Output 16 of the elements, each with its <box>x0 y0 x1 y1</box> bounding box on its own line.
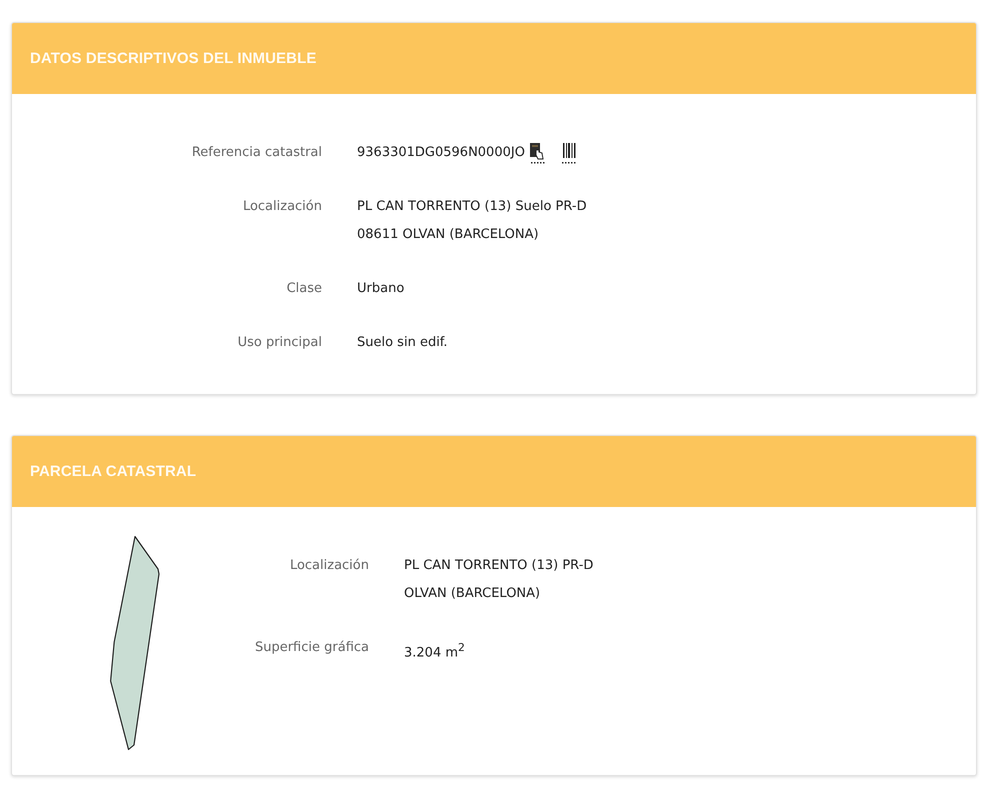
field-value: 9363301DG0596N0000JO <box>357 144 525 162</box>
field-label: Superficie gráfica <box>254 639 369 657</box>
field-value: Suelo sin edif. <box>357 334 448 352</box>
field-label: Referencia catastral <box>190 144 322 162</box>
field-value: 3.204 m$^{2}$ <box>404 640 465 662</box>
field-value: Urbano <box>357 280 404 298</box>
field-label: Localización <box>288 557 369 575</box>
field-label: Clase <box>286 280 322 298</box>
field-label: Localización <box>242 198 322 216</box>
document-icon[interactable] <box>528 142 545 164</box>
field-value: PL CAN TORRENTO (13) Suelo PR-D 08611 OLVAN (BARCELONA) <box>357 198 587 244</box>
field-label: Uso principal <box>236 334 322 352</box>
field-value: PL CAN TORRENTO (13) PR-D OLVAN (BARCELONA) <box>404 557 594 603</box>
section-title: PARCELA CATASTRAL <box>30 463 196 480</box>
barcode-icon[interactable] <box>560 142 577 164</box>
section-title: DATOS DESCRIPTIVOS DEL INMUEBLE <box>30 50 316 67</box>
